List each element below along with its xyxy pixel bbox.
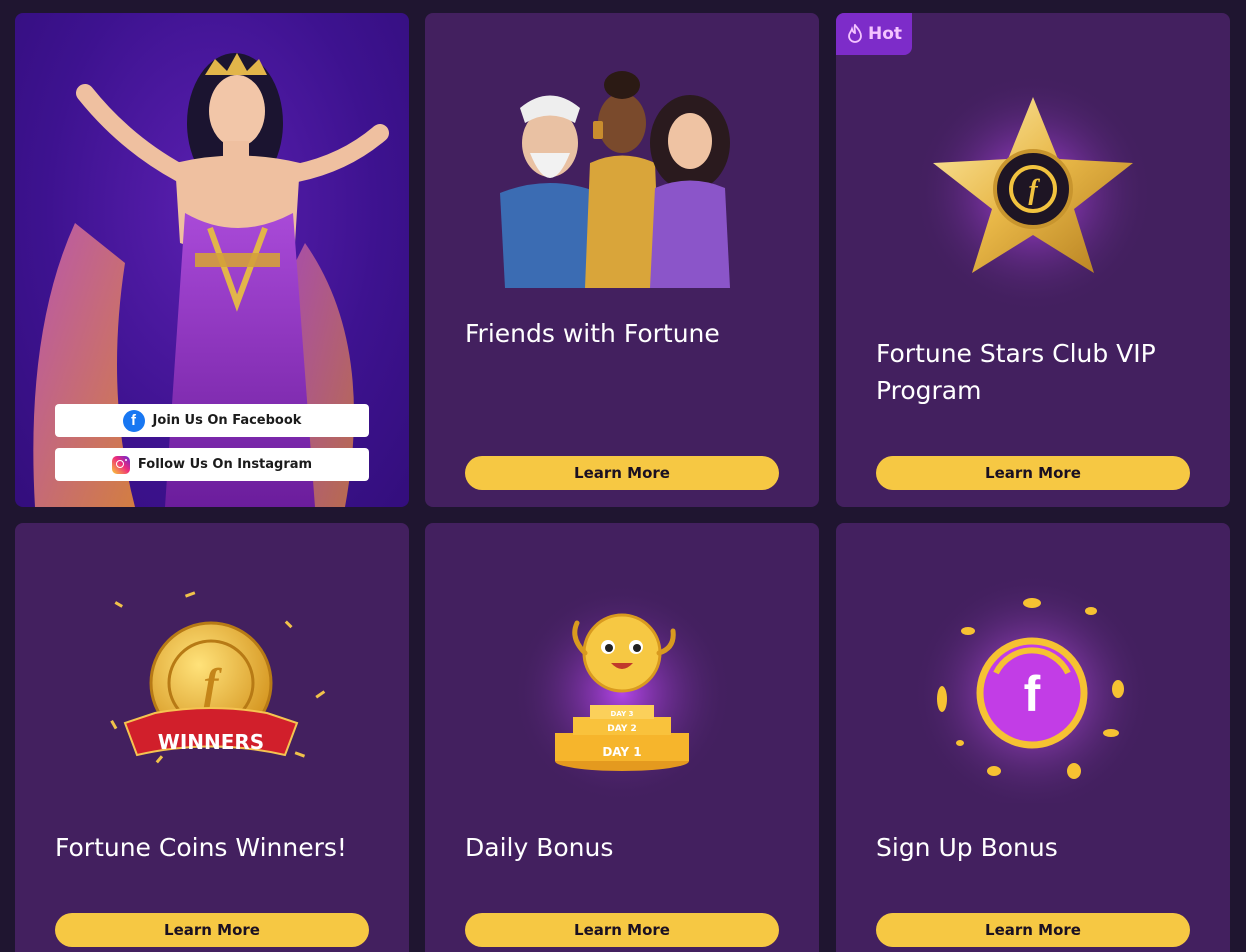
card-title: Friends with Fortune [465,319,720,348]
learn-more-button[interactable]: Learn More [55,913,369,947]
instagram-icon [111,455,130,474]
winners-coin-icon: f WINNERS [110,591,326,764]
facebook-join-label: Join Us On Facebook [152,413,302,428]
daily-bonus-icon: DAY 1 DAY 2 DAY 3 [512,583,732,803]
learn-more-button[interactable]: Learn More [465,456,779,490]
card-title: Sign Up Bonus [876,833,1058,862]
learn-more-button[interactable]: Learn More [465,913,779,947]
friends-illustration [500,71,730,288]
promotions-grid: f Join Us On Facebook Follow Us On Insta… [0,0,1246,952]
podium-step-day-2: DAY 2 [607,724,637,734]
learn-more-button[interactable]: Learn More [876,913,1190,947]
instagram-follow-button[interactable]: Follow Us On Instagram [55,448,369,481]
card-title: Daily Bonus [465,833,614,862]
social-hero-card: f Join Us On Facebook Follow Us On Insta… [15,13,409,507]
vip-star-icon: f [913,73,1153,313]
facebook-icon: f [122,409,145,432]
promo-card-fortune-coins-winners: f WINNERS Fortune Coins Winners! Learn M… [15,523,409,952]
card-title: Fortune Stars Club VIP Program [876,339,1156,405]
sign-up-bonus-icon: f [912,573,1152,803]
card-title: Fortune Coins Winners! [55,833,347,862]
podium-step-day-3: DAY 3 [611,710,634,718]
promo-card-daily-bonus: DAY 1 DAY 2 DAY 3 Daily Bonus Learn More [425,523,819,952]
winners-banner-text: WINNERS [158,730,264,754]
sign-up-coin-letter: f [1024,666,1041,722]
instagram-follow-label: Follow Us On Instagram [137,457,313,472]
learn-more-button[interactable]: Learn More [876,456,1190,490]
promo-card-friends-with-fortune: Friends with Fortune Learn More [425,13,819,507]
facebook-join-button[interactable]: f Join Us On Facebook [55,404,369,437]
promo-card-vip-program: Hot f Fortune Stars Club VIP Program Lea… [836,13,1230,507]
promo-card-sign-up-bonus: f Sign Up Bonus Learn More [836,523,1230,952]
podium-step-day-1: DAY 1 [602,745,641,759]
